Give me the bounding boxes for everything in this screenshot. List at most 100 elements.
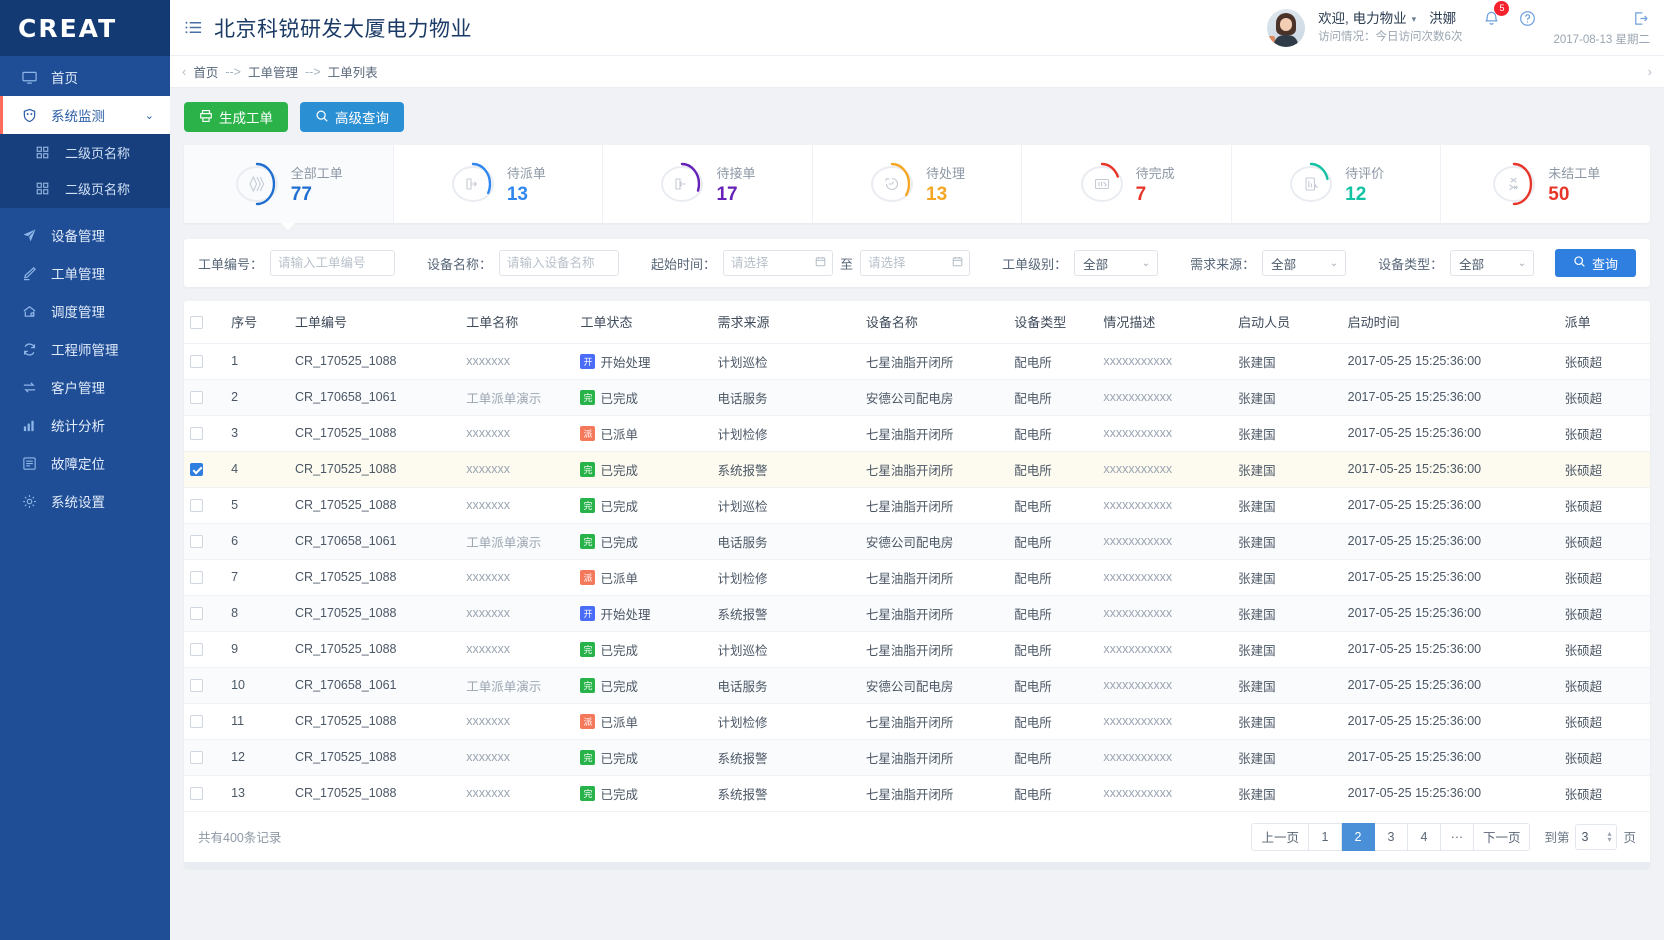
select-all-checkbox[interactable] <box>190 316 203 329</box>
pagination-ellipsis[interactable]: ··· <box>1441 823 1474 851</box>
welcome-line[interactable]: 欢迎, 电力物业 ▾ 洪娜 <box>1318 9 1462 29</box>
table-row[interactable]: 4CR_170525_1088xxxxxxx完已完成系统报警七星油脂开闭所配电所… <box>184 451 1650 487</box>
avatar[interactable] <box>1267 9 1305 47</box>
sidebar-item-home[interactable]: 首页 <box>0 58 170 96</box>
sidebar-item-dispatch-management[interactable]: 调度管理 <box>0 292 170 330</box>
stat-card[interactable]: 未结工单50 <box>1441 145 1650 223</box>
order-no-input[interactable] <box>270 250 395 276</box>
level-select[interactable]: 全部 ⌄ <box>1074 250 1158 276</box>
table-row[interactable]: 2CR_170658_1061工单派单演示完已完成电话服务安德公司配电房配电所x… <box>184 379 1650 415</box>
table-footer: 共有400条记录 上一页1234···下一页 到第 3 ▴▾ 页 <box>184 812 1650 862</box>
start-time-field[interactable] <box>723 250 833 276</box>
column-header: 启动人员 <box>1232 301 1342 343</box>
stat-card[interactable]: 全部工单77 <box>184 145 394 223</box>
sidebar-item-system-settings[interactable]: 系统设置 <box>0 482 170 520</box>
breadcrumb-item-order-management[interactable]: 工单管理 <box>248 62 298 81</box>
column-header: 情况描述 <box>1097 301 1232 343</box>
page-button-3[interactable]: 3 <box>1375 823 1408 851</box>
cell-type: 配电所 <box>1008 595 1097 631</box>
chevron-down-icon[interactable]: ▾ <box>1412 13 1417 26</box>
cell-dispatch: 张硕超 <box>1559 631 1650 667</box>
device-name-input[interactable] <box>499 250 619 276</box>
row-checkbox[interactable] <box>190 751 203 764</box>
table-row[interactable]: 10CR_170658_1061工单派单演示完已完成电话服务安德公司配电房配电所… <box>184 667 1650 703</box>
logo[interactable]: CREAT <box>0 0 170 56</box>
cell-order-no: CR_170525_1088 <box>289 559 460 595</box>
sidebar-subitem-1[interactable]: 二级页名称 <box>0 134 170 170</box>
table-row[interactable]: 12CR_170525_1088xxxxxxx完已完成系统报警七星油脂开闭所配电… <box>184 739 1650 775</box>
cell-type: 配电所 <box>1008 487 1097 523</box>
horizontal-scrollbar[interactable] <box>184 862 1650 868</box>
row-checkbox[interactable] <box>190 787 203 800</box>
sidebar-item-system-monitor[interactable]: 系统监测 ⌄ <box>0 96 170 134</box>
row-checkbox[interactable] <box>190 355 203 368</box>
stat-card[interactable]: 待处理13 <box>813 145 1023 223</box>
table-row[interactable]: 1CR_170525_1088xxxxxxx开开始处理计划巡检七星油脂开闭所配电… <box>184 343 1650 379</box>
row-checkbox[interactable] <box>190 715 203 728</box>
breadcrumb-forward-icon[interactable]: › <box>1648 64 1652 79</box>
bell-icon[interactable]: 5 <box>1481 8 1501 28</box>
orders-table-card: 序号工单编号工单名称工单状态需求来源设备名称设备类型情况描述启动人员启动时间派单… <box>184 301 1650 868</box>
page-button-4[interactable]: 4 <box>1408 823 1441 851</box>
stat-text: 待接单17 <box>716 163 755 206</box>
cell-type: 配电所 <box>1008 415 1097 451</box>
end-time-field[interactable] <box>860 250 970 276</box>
sidebar-item-statistics[interactable]: 统计分析 <box>0 406 170 444</box>
chevron-down-icon: ⌄ <box>1518 258 1526 269</box>
page-number-stepper[interactable]: 3 ▴▾ <box>1575 824 1617 850</box>
device-type-select[interactable]: 全部 ⌄ <box>1450 250 1534 276</box>
cell-order-no: CR_170525_1088 <box>289 631 460 667</box>
help-icon[interactable] <box>1517 8 1537 28</box>
row-checkbox[interactable] <box>190 571 203 584</box>
start-time-input[interactable] <box>723 250 833 276</box>
table-row[interactable]: 6CR_170658_1061工单派单演示完已完成电话服务安德公司配电房配电所x… <box>184 523 1650 559</box>
row-checkbox[interactable] <box>190 607 203 620</box>
sidebar-item-label: 二级页名称 <box>65 179 130 198</box>
create-order-button[interactable]: 生成工单 <box>184 102 288 132</box>
row-checkbox[interactable] <box>190 427 203 440</box>
sidebar-subitem-2[interactable]: 二级页名称 <box>0 170 170 206</box>
hamburger-list-icon[interactable] <box>184 18 210 37</box>
logout-and-date: 2017-08-13 星期二 <box>1553 8 1650 47</box>
sidebar-item-engineer-management[interactable]: 工程师管理 <box>0 330 170 368</box>
table-row[interactable]: 8CR_170525_1088xxxxxxx开开始处理系统报警七星油脂开闭所配电… <box>184 595 1650 631</box>
sidebar-item-fault-location[interactable]: 故障定位 <box>0 444 170 482</box>
row-checkbox[interactable] <box>190 535 203 548</box>
cell-no: 8 <box>225 595 289 631</box>
table-row[interactable]: 3CR_170525_1088xxxxxxx派已派单计划检修七星油脂开闭所配电所… <box>184 415 1650 451</box>
cell-start-time: 2017-05-25 15:25:36:00 <box>1342 487 1559 523</box>
row-checkbox[interactable] <box>190 643 203 656</box>
row-checkbox[interactable] <box>190 499 203 512</box>
stat-card[interactable]: 待评价12 <box>1232 145 1442 223</box>
row-checkbox[interactable] <box>190 463 203 476</box>
cell-order-no: CR_170658_1061 <box>289 523 460 559</box>
end-time-input[interactable] <box>860 250 970 276</box>
sidebar-item-device-management[interactable]: 设备管理 <box>0 216 170 254</box>
search-button[interactable]: 查询 <box>1555 249 1636 277</box>
stat-card[interactable]: 待接单17 <box>603 145 813 223</box>
logout-icon[interactable] <box>1630 8 1650 28</box>
breadcrumb-item-home[interactable]: 首页 <box>193 62 218 81</box>
stat-card[interactable]: 待派单13 <box>394 145 604 223</box>
stepper-arrows-icon[interactable]: ▴▾ <box>1607 831 1611 843</box>
next-page-button[interactable]: 下一页 <box>1474 823 1531 851</box>
sidebar-item-order-management[interactable]: 工单管理 <box>0 254 170 292</box>
page-button-2[interactable]: 2 <box>1342 823 1375 851</box>
row-checkbox[interactable] <box>190 391 203 404</box>
stat-card[interactable]: 待完成7 <box>1022 145 1232 223</box>
row-checkbox[interactable] <box>190 679 203 692</box>
source-select[interactable]: 全部 ⌄ <box>1262 250 1346 276</box>
table-row[interactable]: 11CR_170525_1088xxxxxxx派已派单计划检修七星油脂开闭所配电… <box>184 703 1650 739</box>
table-row[interactable]: 9CR_170525_1088xxxxxxx完已完成计划巡检七星油脂开闭所配电所… <box>184 631 1650 667</box>
page-button-1[interactable]: 1 <box>1309 823 1342 851</box>
table-row[interactable]: 13CR_170525_1088xxxxxxx完已完成系统报警七星油脂开闭所配电… <box>184 775 1650 811</box>
breadcrumb-item-order-list[interactable]: 工单列表 <box>328 62 378 81</box>
sidebar-item-customer-management[interactable]: 客户管理 <box>0 368 170 406</box>
breadcrumb-back-icon[interactable]: ‹ <box>182 64 186 79</box>
advanced-search-button[interactable]: 高级查询 <box>300 102 404 132</box>
table-row[interactable]: 5CR_170525_1088xxxxxxx完已完成计划巡检七星油脂开闭所配电所… <box>184 487 1650 523</box>
table-row[interactable]: 7CR_170525_1088xxxxxxx派已派单计划检修七星油脂开闭所配电所… <box>184 559 1650 595</box>
prev-page-button[interactable]: 上一页 <box>1251 823 1309 851</box>
clock-icon <box>869 161 915 207</box>
chevron-down-icon[interactable]: ⌄ <box>145 109 154 122</box>
